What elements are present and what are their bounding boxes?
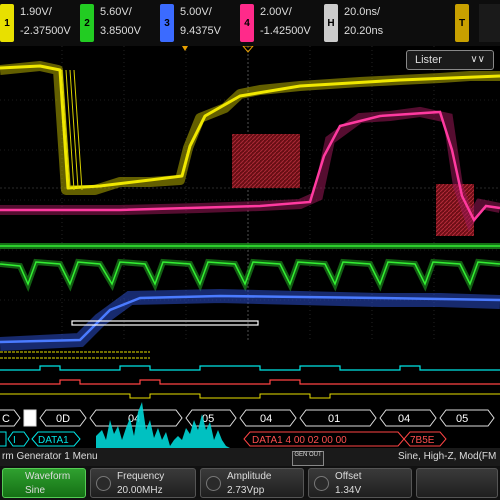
frequency-softkey[interactable]: Frequency 20.00MHz — [90, 468, 196, 498]
channel-2-readout[interactable]: 2 5.60V/ 3.8500V — [80, 4, 162, 42]
channel-3-badge: 3 — [160, 4, 174, 42]
bus-row2-data-label: DATA1 — [38, 435, 69, 446]
softkey-row: Waveform Sine Frequency 20.00MHz Amplitu… — [0, 466, 500, 500]
bus-row1-byte-5: 01 — [328, 413, 340, 425]
trigger-icon: T — [455, 4, 469, 42]
digital-channels — [0, 351, 500, 399]
bus-row-1 — [0, 409, 495, 427]
channel-1-scale: 1.90V/ — [20, 6, 52, 18]
waveform-softkey[interactable]: Waveform Sine — [2, 468, 86, 498]
waveform-display[interactable]: C 0D 04 05 04 01 04 05 I DATA1 DATA1 4 0… — [0, 46, 500, 448]
channel-1-offset: -2.37500V — [20, 25, 71, 37]
frequency-softkey-value: 20.00MHz — [117, 485, 163, 496]
menu-title: rm Generator 1 Menu — [2, 451, 98, 462]
horizontal-readout[interactable]: H 20.0ns/ 20.20ns — [324, 4, 404, 42]
channel-1-badge: 1 — [0, 4, 14, 42]
empty-softkey[interactable] — [416, 468, 498, 498]
knob-icon — [206, 476, 221, 491]
knob-icon — [96, 476, 111, 491]
channel-3-trace — [0, 288, 500, 351]
horizontal-icon: H — [324, 4, 338, 42]
channel-4-badge: 4 — [240, 4, 254, 42]
fft-spectrum-burst — [96, 402, 230, 448]
menu-title-bar: rm Generator 1 Menu Sine, High-Z, Mod(FM — [0, 448, 500, 466]
channel-4-offset: -1.42500V — [260, 25, 311, 37]
trigger-readout[interactable]: T — [455, 4, 500, 42]
generator-status: Sine, High-Z, Mod(FM — [398, 451, 497, 462]
offset-softkey[interactable]: Offset 1.34V — [308, 468, 412, 498]
bus-row1-byte-7: 05 — [456, 413, 468, 425]
bus-row2-packet: DATA1 4 00 02 00 00 — [252, 435, 347, 446]
amplitude-softkey-label: Amplitude — [227, 471, 272, 482]
bus-row2-crc: 7B5E — [410, 435, 435, 446]
bus-row1-byte-4: 04 — [260, 413, 272, 425]
gen-out-indicator[interactable]: GEN OUT — [292, 451, 324, 466]
channel-2-scale: 5.60V/ — [100, 6, 132, 18]
amplitude-softkey[interactable]: Amplitude 2.73Vpp — [200, 468, 304, 498]
channel-2-badge: 2 — [80, 4, 94, 42]
waveform-softkey-value: Sine — [25, 485, 46, 496]
channel-1-readout[interactable]: 1 1.90V/ -2.37500V — [0, 4, 84, 42]
chevron-down-icon: ∨∨ — [470, 54, 485, 65]
lister-label: Lister — [415, 54, 442, 66]
bus-row2-start-label: I — [13, 435, 16, 446]
channel-4-readout[interactable]: 4 2.00V/ -1.42500V — [240, 4, 330, 42]
bus-row1-byte-6: 04 — [398, 413, 410, 425]
frequency-softkey-label: Frequency — [117, 471, 165, 482]
horizontal-position: 20.20ns — [344, 25, 384, 37]
channel-3-scale: 5.00V/ — [180, 6, 212, 18]
horizontal-scale: 20.0ns/ — [344, 6, 381, 18]
waveform-softkey-label: Waveform — [25, 471, 71, 482]
channel-bar: 1 1.90V/ -2.37500V 2 5.60V/ 3.8500V 3 5.… — [0, 0, 500, 46]
zone-trigger-box-1[interactable] — [232, 134, 300, 188]
channel-3-readout[interactable]: 3 5.00V/ 9.4375V — [160, 4, 242, 42]
channel-2-offset: 3.8500V — [100, 25, 141, 37]
bus-row1-byte-1: 0D — [56, 413, 70, 425]
lister-button[interactable]: Lister ∨∨ — [406, 50, 494, 70]
channel-2-trace — [0, 243, 500, 293]
amplitude-softkey-value: 2.73Vpp — [227, 485, 265, 496]
knob-icon — [314, 476, 329, 491]
trigger-delay-marker — [182, 46, 188, 51]
channel-3-offset: 9.4375V — [180, 25, 221, 37]
offset-softkey-value: 1.34V — [335, 485, 362, 496]
channel-4-scale: 2.00V/ — [260, 6, 292, 18]
bus-row1-byte-0: C — [2, 413, 10, 425]
offset-softkey-label: Offset — [335, 471, 362, 482]
